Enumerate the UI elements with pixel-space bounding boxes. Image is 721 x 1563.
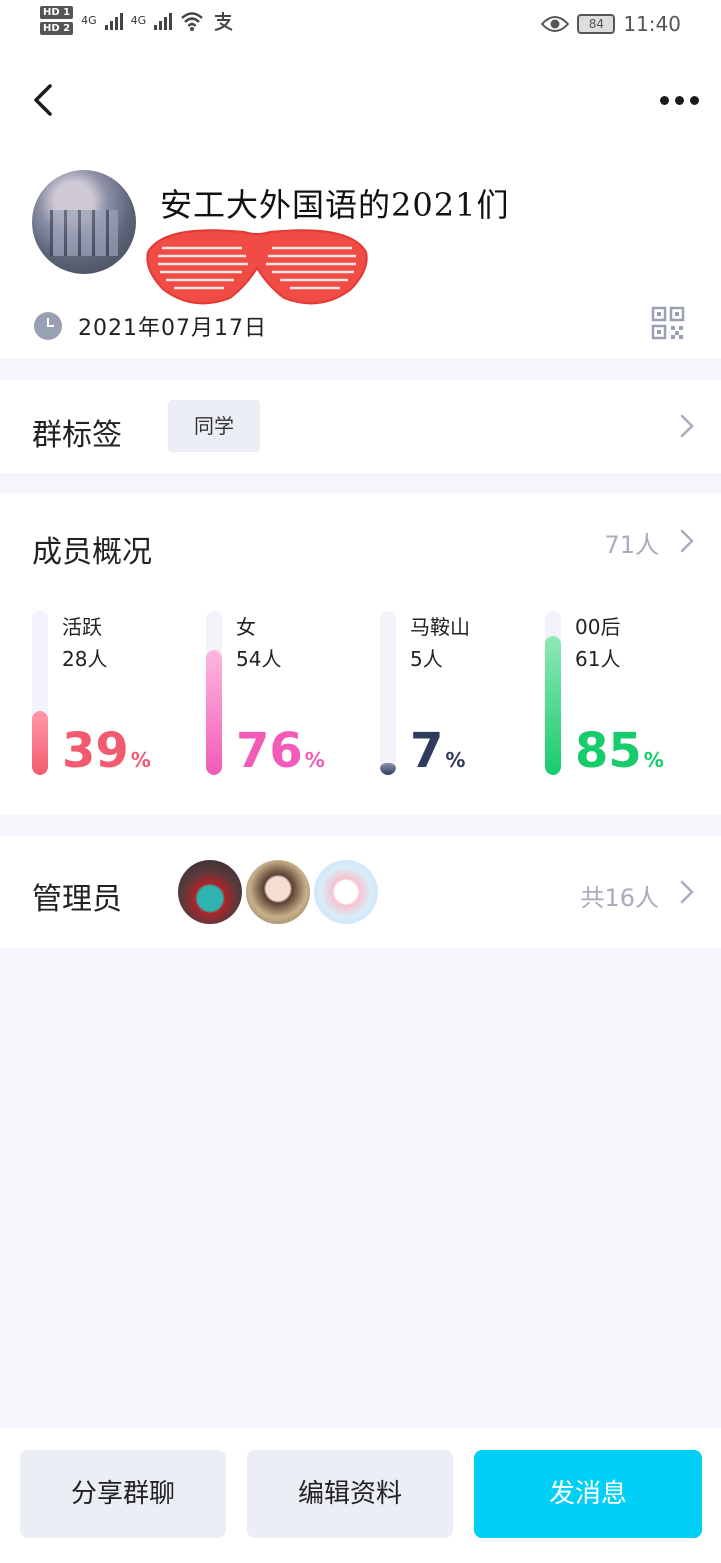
more-icon[interactable]: [657, 88, 701, 112]
redaction-sunglasses: [146, 229, 368, 305]
stat-count: 28人: [62, 647, 108, 671]
stat-percent-value: 7: [410, 723, 444, 779]
member-stat: 女 54人 76%: [206, 611, 376, 781]
stat-bar-track: [206, 611, 222, 775]
hd1-badge: HD 1: [40, 6, 74, 19]
stat-percent-value: 85: [575, 723, 642, 779]
member-overview-title: 成员概况: [32, 535, 152, 570]
group-avatar[interactable]: [32, 170, 136, 274]
member-stat: 活跃 28人 39%: [32, 611, 202, 781]
hd2-badge: HD 2: [40, 22, 74, 35]
stat-percent-value: 39: [62, 723, 129, 779]
stat-category: 马鞍山: [410, 615, 470, 639]
status-time: 11:40: [623, 12, 681, 36]
chevron-right-icon: [680, 414, 694, 438]
status-right: 84 11:40: [541, 12, 681, 36]
back-icon[interactable]: [28, 80, 64, 120]
stat-bar-track: [545, 611, 561, 775]
member-stat: 00后 61人 85%: [545, 611, 715, 781]
group-header: 安工大外国语的2021们 2021年07月17日: [0, 52, 721, 358]
stat-count: 61人: [575, 647, 621, 671]
stat-bar-fill: [206, 650, 222, 775]
admin-count: 共16人: [580, 884, 659, 912]
group-name: 安工大外国语的2021们: [160, 186, 510, 224]
stat-label: 00后 61人: [575, 611, 620, 675]
admin-avatar[interactable]: [246, 860, 310, 924]
stat-percent-unit: %: [304, 748, 325, 772]
hd-badges: HD 1 HD 2: [40, 6, 74, 35]
stat-percent-unit: %: [130, 748, 151, 772]
admin-avatar[interactable]: [178, 860, 242, 924]
admin-card[interactable]: 管理员 共16人: [0, 836, 721, 948]
stat-bar-fill: [380, 763, 396, 775]
stat-category: 00后: [575, 615, 621, 639]
member-stat: 马鞍山 5人 7%: [380, 611, 550, 781]
clock-icon: [34, 312, 62, 340]
group-tag-card[interactable]: 群标签 同学: [0, 380, 721, 473]
admin-title: 管理员: [32, 882, 122, 917]
admin-avatars: [178, 860, 378, 924]
wifi-icon: [181, 11, 204, 31]
edit-profile-button[interactable]: 编辑资料: [247, 1450, 453, 1538]
created-date-row: 2021年07月17日: [34, 310, 267, 342]
chevron-right-icon: [680, 880, 694, 904]
stat-percent-value: 76: [236, 723, 303, 779]
alipay-icon: [214, 11, 233, 31]
send-message-button[interactable]: 发消息: [474, 1450, 702, 1538]
signal-icon: [104, 12, 123, 30]
group-tag-pill: 同学: [168, 400, 260, 452]
stat-percent-unit: %: [643, 748, 664, 772]
stat-bar-track: [32, 611, 48, 775]
stat-label: 女 54人: [236, 611, 281, 675]
qr-code-icon[interactable]: [651, 306, 685, 340]
status-left: HD 1 HD 2 4G 4G: [40, 6, 234, 35]
stat-label: 活跃 28人: [62, 611, 107, 675]
stat-percent: 85%: [575, 723, 664, 779]
stat-percent: 76%: [236, 723, 325, 779]
stat-percent: 39%: [62, 723, 151, 779]
created-date: 2021年07月17日: [78, 316, 267, 341]
member-overview-card[interactable]: 成员概况 71人 活跃 28人 39% 女 54人 76% 马鞍山 5人 7% 00后 61人 85%: [0, 493, 721, 815]
signal-icon-2: [154, 12, 173, 30]
stat-category: 女: [236, 615, 256, 639]
stat-bar-track: [380, 611, 396, 775]
net1-label: 4G: [81, 14, 97, 27]
stat-count: 54人: [236, 647, 282, 671]
chevron-right-icon: [680, 529, 694, 553]
stat-category: 活跃: [62, 615, 102, 639]
battery-indicator: 84: [577, 14, 616, 34]
stat-percent: 7%: [410, 723, 465, 779]
member-count: 71人: [604, 531, 659, 559]
eye-icon: [541, 16, 570, 32]
net2-label: 4G: [130, 14, 147, 27]
status-bar: HD 1 HD 2 4G 4G 84 11:40: [0, 0, 721, 52]
bottom-action-bar: 分享群聊 编辑资料 发消息: [0, 1428, 721, 1563]
share-group-button[interactable]: 分享群聊: [20, 1450, 226, 1538]
stat-count: 5人: [410, 647, 443, 671]
stat-percent-unit: %: [445, 748, 466, 772]
admin-avatar[interactable]: [314, 860, 378, 924]
stat-label: 马鞍山 5人: [410, 611, 470, 675]
group-tag-title: 群标签: [32, 418, 122, 453]
stat-bar-fill: [545, 636, 561, 775]
stat-bar-fill: [32, 711, 48, 775]
